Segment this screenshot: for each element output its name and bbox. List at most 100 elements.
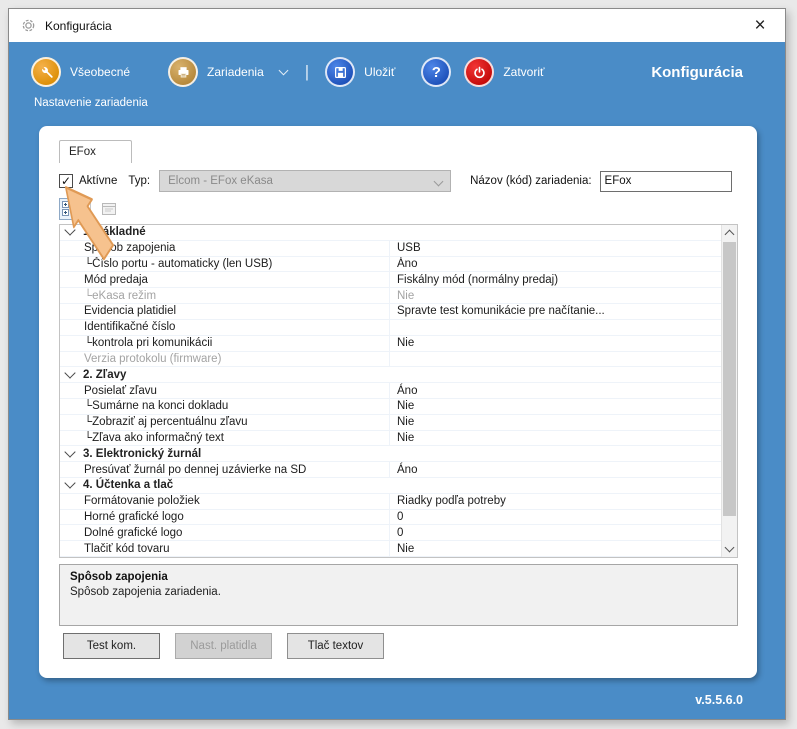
property-name[interactable]: └Zobraziť aj percentuálnu zľavu <box>60 414 390 430</box>
grid-property-row[interactable]: └kontrola pri komunikácii Nie <box>60 335 721 352</box>
grid-property-row[interactable]: └Zľava ako informačný text Nie <box>60 430 721 447</box>
property-value[interactable]: Nie <box>390 288 721 303</box>
property-value[interactable]: Spravte test komunikácie pre načítanie..… <box>390 304 721 319</box>
save-button[interactable]: Uložiť <box>325 57 395 87</box>
grid-property-row[interactable]: Evidencia platidiel Spravte test komuniká… <box>60 304 721 320</box>
device-type-select[interactable]: Elcom - EFox eKasa <box>159 170 452 192</box>
payment-settings-button[interactable]: Nast. platidla <box>175 633 272 659</box>
grid-property-row[interactable]: Tlačiť kód tovaru Nie <box>60 541 721 557</box>
grid-property-row[interactable]: Spôsob zapojenia USB <box>60 240 721 257</box>
property-value[interactable]: Nie <box>390 431 721 446</box>
grid-category-row[interactable]: 1. Základné <box>60 225 721 241</box>
property-value[interactable]: USB <box>390 241 721 256</box>
description-title: Spôsob zapojenia <box>70 571 168 583</box>
version-label: v.5.5.6.0 <box>695 693 743 707</box>
grid-category-row[interactable]: 4. Účtenka a tlač <box>60 477 721 494</box>
scroll-down-icon[interactable] <box>722 541 737 557</box>
property-name[interactable]: Dolné grafické logo <box>60 525 390 541</box>
window-title: Konfigurácia <box>45 18 112 33</box>
property-value[interactable]: Nie <box>390 399 721 414</box>
property-value[interactable] <box>390 352 721 367</box>
property-name[interactable]: └Zľava ako informačný text <box>60 430 390 446</box>
property-name[interactable]: └eKasa režim <box>60 288 390 304</box>
property-name[interactable]: Posielať zľavu <box>60 383 390 398</box>
property-description-panel: Spôsob zapojenia Spôsob zapojenia zariad… <box>59 564 738 626</box>
gear-icon <box>21 18 36 33</box>
collapse-chevron-icon[interactable] <box>64 477 76 490</box>
property-name[interactable]: Horné grafické logo <box>60 509 390 525</box>
toolbar-subtitle: Nastavenie zariadenia <box>34 97 148 109</box>
grid-property-row[interactable]: └eKasa režim Nie <box>60 288 721 305</box>
close-config-button[interactable]: Zatvoriť <box>464 57 545 87</box>
property-name[interactable]: Formátovanie položiek <box>60 493 390 509</box>
property-name[interactable]: Verzia protokolu (firmware) <box>60 351 390 367</box>
property-value[interactable]: Áno <box>390 462 721 477</box>
toolbar-right-title: Konfigurácia <box>651 63 743 81</box>
scroll-up-icon[interactable] <box>722 225 737 241</box>
settings-panel: EFox ✓ Aktívne Typ: Elcom - EFox eKasa N… <box>39 126 757 678</box>
property-name[interactable]: └Sumárne na konci dokladu <box>60 398 390 414</box>
scrollbar-thumb[interactable] <box>723 242 736 516</box>
chevron-down-icon[interactable] <box>278 65 289 76</box>
property-value[interactable]: Nie <box>390 541 721 556</box>
grid-property-row[interactable]: Identifikačné číslo <box>60 319 721 336</box>
property-name[interactable]: Presúvať žurnál po dennej uzávierke na S… <box>60 462 390 477</box>
grid-property-row[interactable]: Posielať zľavu Áno <box>60 383 721 399</box>
property-value[interactable]: Áno <box>390 383 721 398</box>
type-label: Typ: <box>128 175 151 187</box>
property-value[interactable]: 0 <box>390 525 721 540</box>
grid-property-row[interactable]: Formátovanie položiek Riadky podľa potreb… <box>60 493 721 510</box>
property-name[interactable]: Mód predaja <box>60 272 390 288</box>
close-icon[interactable]: × <box>743 9 777 42</box>
configuration-window: Konfigurácia × Všeobecné Zariadenia | Ul… <box>8 8 786 720</box>
grid-category-row[interactable]: 2. Zľavy <box>60 367 721 384</box>
grid-property-row[interactable]: Presúvať žurnál po dennej uzávierke na S… <box>60 462 721 478</box>
general-button[interactable]: Všeobecné <box>31 57 130 87</box>
help-icon: ? <box>421 57 452 87</box>
action-buttons-row: Test kom. Nast. platidla Tlač textov <box>63 633 384 659</box>
grid-property-row[interactable]: └Číslo portu - automaticky (len USB) Áno <box>60 256 721 273</box>
wrench-icon <box>31 57 61 87</box>
property-value[interactable]: Nie <box>390 336 721 351</box>
printer-icon <box>168 57 199 87</box>
property-name[interactable]: └kontrola pri komunikácii <box>60 335 390 351</box>
property-name[interactable]: Tlačiť kód tovaru <box>60 541 390 557</box>
property-grid: 1. Základné Spôsob zapojenia USB └Číslo por… <box>59 224 738 558</box>
device-controls-row: ✓ Aktívne Typ: Elcom - EFox eKasa Názov … <box>59 169 739 193</box>
annotation-arrow-icon <box>65 186 114 261</box>
main-toolbar: Všeobecné Zariadenia | Uložiť ? Zatvoriť… <box>9 43 785 101</box>
chevron-down-icon <box>433 176 444 187</box>
grid-property-row[interactable]: └Zobraziť aj percentuálnu zľavu Nie <box>60 414 721 431</box>
property-value[interactable]: 0 <box>390 510 721 525</box>
grid-property-row[interactable]: └Sumárne na konci dokladu Nie <box>60 398 721 415</box>
property-name[interactable]: Identifikačné číslo <box>60 319 390 335</box>
toolbar-separator: | <box>304 62 310 81</box>
property-value[interactable]: Fiskálny mód (normálny predaj) <box>390 272 721 287</box>
print-texts-button[interactable]: Tlač textov <box>287 633 384 659</box>
description-text: Spôsob zapojenia zariadenia. <box>70 586 221 598</box>
power-icon <box>464 57 495 87</box>
device-type-value: Elcom - EFox eKasa <box>168 175 273 187</box>
save-label: Uložiť <box>364 65 396 79</box>
grid-scrollbar[interactable] <box>721 225 737 557</box>
property-value[interactable]: Áno <box>390 257 721 272</box>
property-value[interactable] <box>390 320 721 335</box>
help-button[interactable]: ? <box>421 57 452 87</box>
test-communication-button[interactable]: Test kom. <box>63 633 160 659</box>
property-value[interactable]: Riadky podľa potreby <box>390 494 721 509</box>
grid-category-row[interactable]: 3. Elektronický žurnál <box>60 446 721 463</box>
devices-button[interactable]: Zariadenia <box>168 57 289 87</box>
device-name-label: Názov (kód) zariadenia: <box>470 175 592 187</box>
grid-property-row[interactable]: Verzia protokolu (firmware) <box>60 351 721 368</box>
property-value[interactable]: Nie <box>390 415 721 430</box>
collapse-chevron-icon[interactable] <box>64 367 76 379</box>
grid-property-row[interactable]: Dolné grafické logo 0 <box>60 525 721 542</box>
tab-efox[interactable]: EFox <box>59 140 132 163</box>
device-name-input[interactable] <box>599 170 732 192</box>
grid-property-row[interactable]: Horné grafické logo 0 <box>60 509 721 526</box>
category-label: 4. Účtenka a tlač <box>83 479 174 492</box>
grid-property-row[interactable]: Mód predaja Fiskálny mód (normálny predaj… <box>60 272 721 289</box>
property-name[interactable]: Evidencia platidiel <box>60 304 390 319</box>
category-label: 3. Elektronický žurnál <box>83 447 202 460</box>
collapse-chevron-icon[interactable] <box>64 446 76 458</box>
